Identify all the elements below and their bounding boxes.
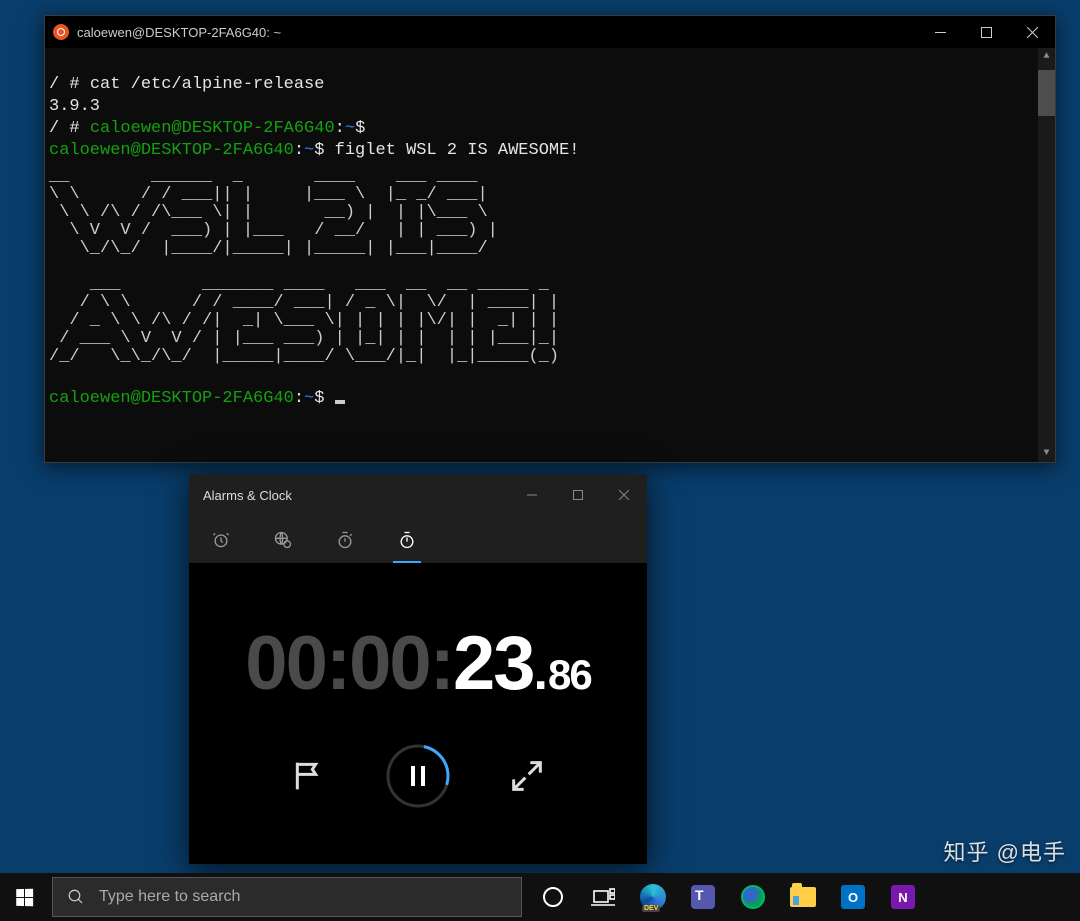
task-view-button[interactable] [578,873,628,921]
time-hours-minutes: 00:00: [245,620,453,707]
start-button[interactable] [0,873,48,921]
clock-titlebar[interactable]: Alarms & Clock [189,474,647,516]
search-icon [67,888,85,906]
watermark-text: 知乎 @电手 [944,835,1066,867]
scrollbar-thumb[interactable] [1038,70,1055,116]
clock-tabbar [189,516,647,564]
teams-button[interactable] [678,873,728,921]
time-centiseconds: 86 [548,651,591,699]
folder-icon [790,887,816,907]
terminal-title: caloewen@DESKTOP-2FA6G40: ~ [77,25,281,40]
tab-alarm[interactable] [211,516,231,563]
close-button[interactable] [1009,16,1055,48]
command-cat: cat /etc/alpine-release [90,75,325,94]
onenote-button[interactable]: N [878,873,928,921]
stopwatch-area: 00:00:23.86 [189,564,647,864]
cortana-icon [543,887,563,907]
teams-icon [691,885,715,909]
command-figlet: figlet WSL 2 IS AWESOME! [335,141,580,160]
prompt-root2: / # [49,119,90,138]
maximize-button[interactable] [555,474,601,516]
terminal-window[interactable]: caloewen@DESKTOP-2FA6G40: ~ / # cat /etc… [44,15,1056,463]
time-seconds: 23 [453,620,534,707]
output-version: 3.9.3 [49,97,100,116]
windows-logo-icon [16,888,33,905]
tab-stopwatch[interactable] [397,516,417,563]
outlook-icon: O [841,885,865,909]
terminal-titlebar[interactable]: caloewen@DESKTOP-2FA6G40: ~ [45,16,1055,48]
prompt-user3: caloewen@DESKTOP-2FA6G40 [49,389,294,408]
terminal-body[interactable]: / # cat /etc/alpine-release 3.9.3 / # ca… [45,48,1055,462]
file-explorer-button[interactable] [778,873,828,921]
taskbar: Type here to search O N [0,873,1080,921]
stopwatch-controls [289,743,547,809]
alarms-clock-window[interactable]: Alarms & Clock 00:00:23.86 [189,474,647,864]
prompt-user2: caloewen@DESKTOP-2FA6G40 [49,141,294,160]
clock-title: Alarms & Clock [203,488,292,503]
edge-dev-icon [640,884,666,910]
ubuntu-icon [53,24,69,40]
maximize-button[interactable] [963,16,1009,48]
minimize-button[interactable] [509,474,555,516]
prompt-root: / # [49,75,90,94]
search-placeholder: Type here to search [99,888,240,906]
pause-button[interactable] [385,743,451,809]
minimize-button[interactable] [917,16,963,48]
edge-icon [741,885,765,909]
taskbar-search[interactable]: Type here to search [52,877,522,917]
prompt-user: caloewen@DESKTOP-2FA6G40 [90,119,335,138]
cortana-button[interactable] [528,873,578,921]
scrollbar-track[interactable]: ▲ ▼ [1038,48,1055,462]
tab-timer[interactable] [335,516,355,563]
onenote-icon: N [891,885,915,909]
lap-button[interactable] [289,756,329,796]
close-button[interactable] [601,474,647,516]
scroll-up-icon[interactable]: ▲ [1038,48,1055,65]
scroll-down-icon[interactable]: ▼ [1038,445,1055,462]
stopwatch-time: 00:00:23.86 [245,620,590,707]
edge-button[interactable] [728,873,778,921]
figlet-ascii-art: __ ______ _ ____ ___ ____ \ \ / / ___|| … [49,168,1047,366]
terminal-cursor [335,400,345,404]
tab-world-clock[interactable] [273,516,293,563]
expand-button[interactable] [507,756,547,796]
edge-dev-button[interactable] [628,873,678,921]
task-view-icon [591,885,615,909]
outlook-button[interactable]: O [828,873,878,921]
